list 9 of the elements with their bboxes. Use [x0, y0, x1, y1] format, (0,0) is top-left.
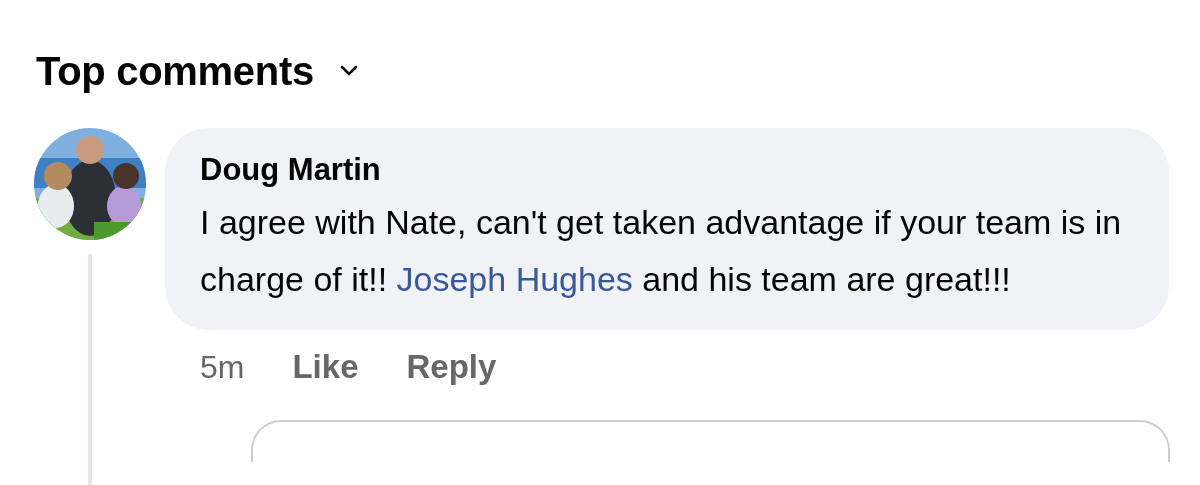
chevron-down-icon[interactable] — [339, 65, 358, 77]
reply-field[interactable] — [251, 420, 1170, 462]
author-name[interactable]: Doug Martin — [200, 152, 1129, 188]
comment-action-button[interactable]: Reply — [406, 348, 497, 386]
comment-time: 5m — [200, 348, 245, 386]
comment-text: I agree with Nate, can't get taken advantage if your team is in charge of it!! Joseph Hughes and his team are great!!! — [200, 202, 1123, 300]
section-title[interactable]: Top comments — [36, 48, 314, 94]
comment-action-button[interactable]: Like — [292, 348, 359, 386]
mention-link[interactable]: Joseph Hughes — [396, 260, 633, 298]
